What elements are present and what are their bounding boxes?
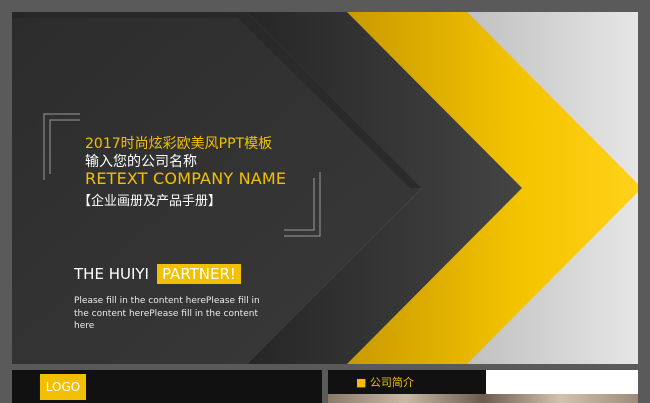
company-name-english: RETEXT COMPANY NAME bbox=[85, 169, 287, 188]
thumbnail-company-intro-slide[interactable]: ■ 公司简介 bbox=[328, 370, 638, 403]
company-name-prompt: 输入您的公司名称 bbox=[85, 154, 197, 170]
brochure-subtitle: 【企业画册及产品手册】 bbox=[78, 194, 222, 209]
company-intro-label: ■ 公司简介 bbox=[356, 376, 414, 389]
template-tagline: 2017时尚炫彩欧美风PPT模板 bbox=[85, 136, 273, 152]
the-huiyi-label: THE HUIYI bbox=[74, 265, 149, 283]
thumbnail-logo-slide[interactable]: LOGO bbox=[12, 370, 322, 403]
slide-preview: 2017时尚炫彩欧美风PPT模板 输入您的公司名称 RETEXT COMPANY… bbox=[12, 12, 638, 364]
partner-badge: PARTNER! bbox=[156, 264, 241, 284]
bottom-right-bracket bbox=[284, 172, 321, 237]
top-left-bracket bbox=[43, 113, 80, 180]
team-photo-strip bbox=[328, 394, 638, 403]
description-text: Please fill in the content herePlease fi… bbox=[74, 296, 260, 331]
partner-heading: THE HUIYI PARTNER! bbox=[74, 264, 241, 284]
logo-placeholder: LOGO bbox=[40, 374, 86, 400]
